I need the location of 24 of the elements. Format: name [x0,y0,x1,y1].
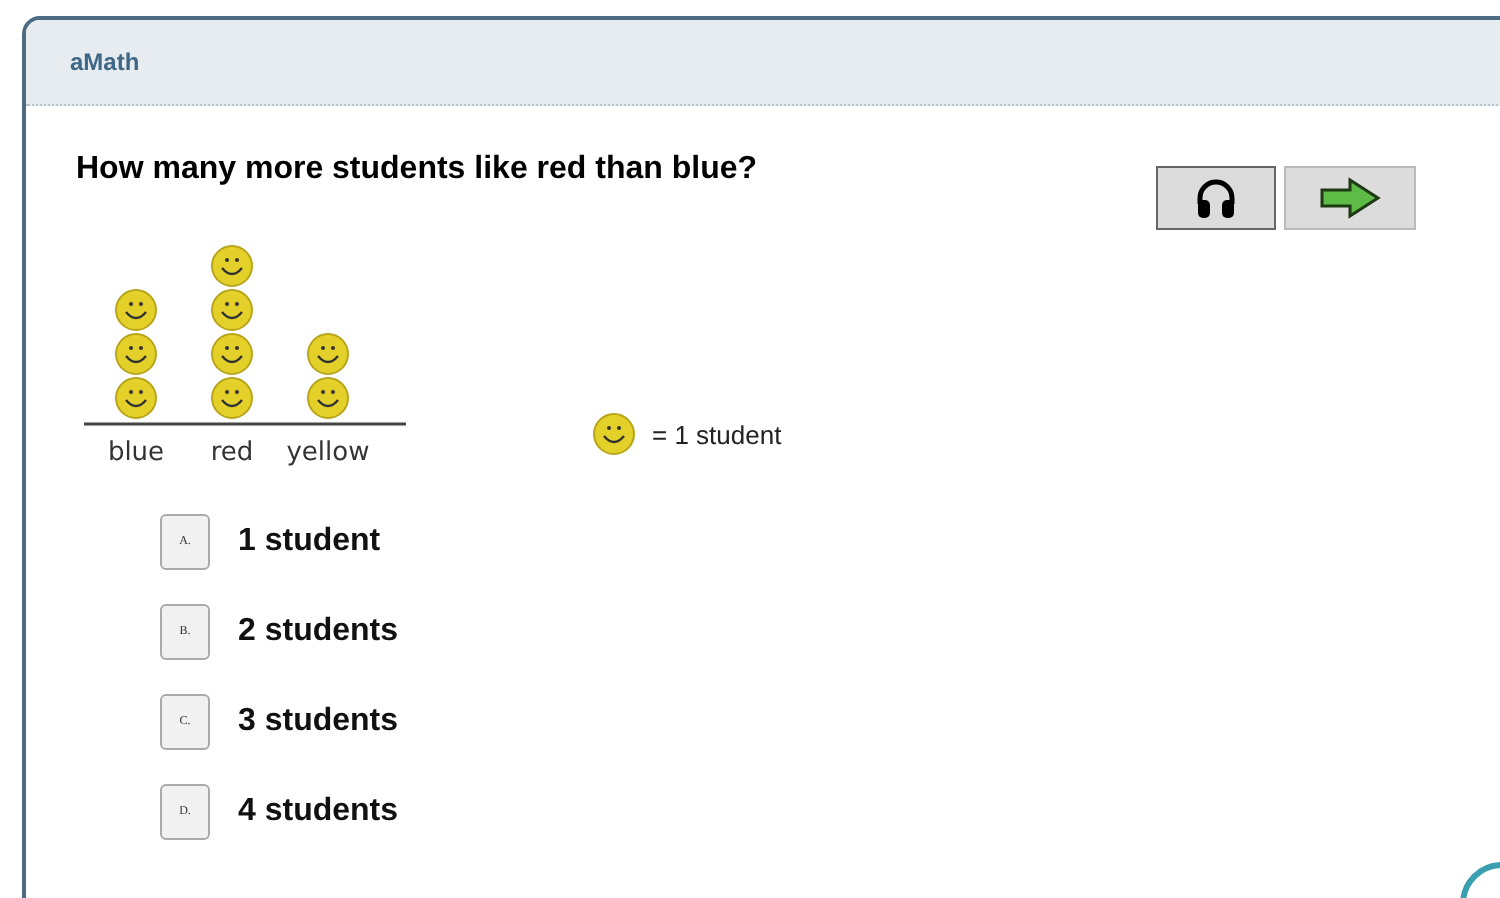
audio-button[interactable] [1156,166,1276,230]
smiley-icon [211,245,253,287]
app-title: aMath [70,48,140,76]
smiley-icon [211,377,253,419]
axis-label: yellow [286,438,370,468]
arrow-right-icon [1318,176,1382,220]
smiley-icon [115,377,157,419]
legend-text: = 1 student [652,419,782,449]
smiley-icon [307,333,349,375]
answer-text: 1 student [238,524,381,560]
smiley-icon [211,289,253,331]
answer-text: 2 students [238,614,399,650]
answer-text: 3 students [238,704,399,740]
answer-text: 4 students [238,794,399,830]
smiley-icon [115,289,157,331]
axis-label: red [210,438,254,468]
smiley-icon [592,412,636,456]
smiley-icon [211,333,253,375]
axis-label: blue [107,438,165,468]
smiley-icon [115,333,157,375]
smiley-icon [307,377,349,419]
next-button[interactable] [1284,166,1416,230]
question-text: How many more students like red than blue? [76,152,758,188]
headphones-icon [1194,176,1238,220]
